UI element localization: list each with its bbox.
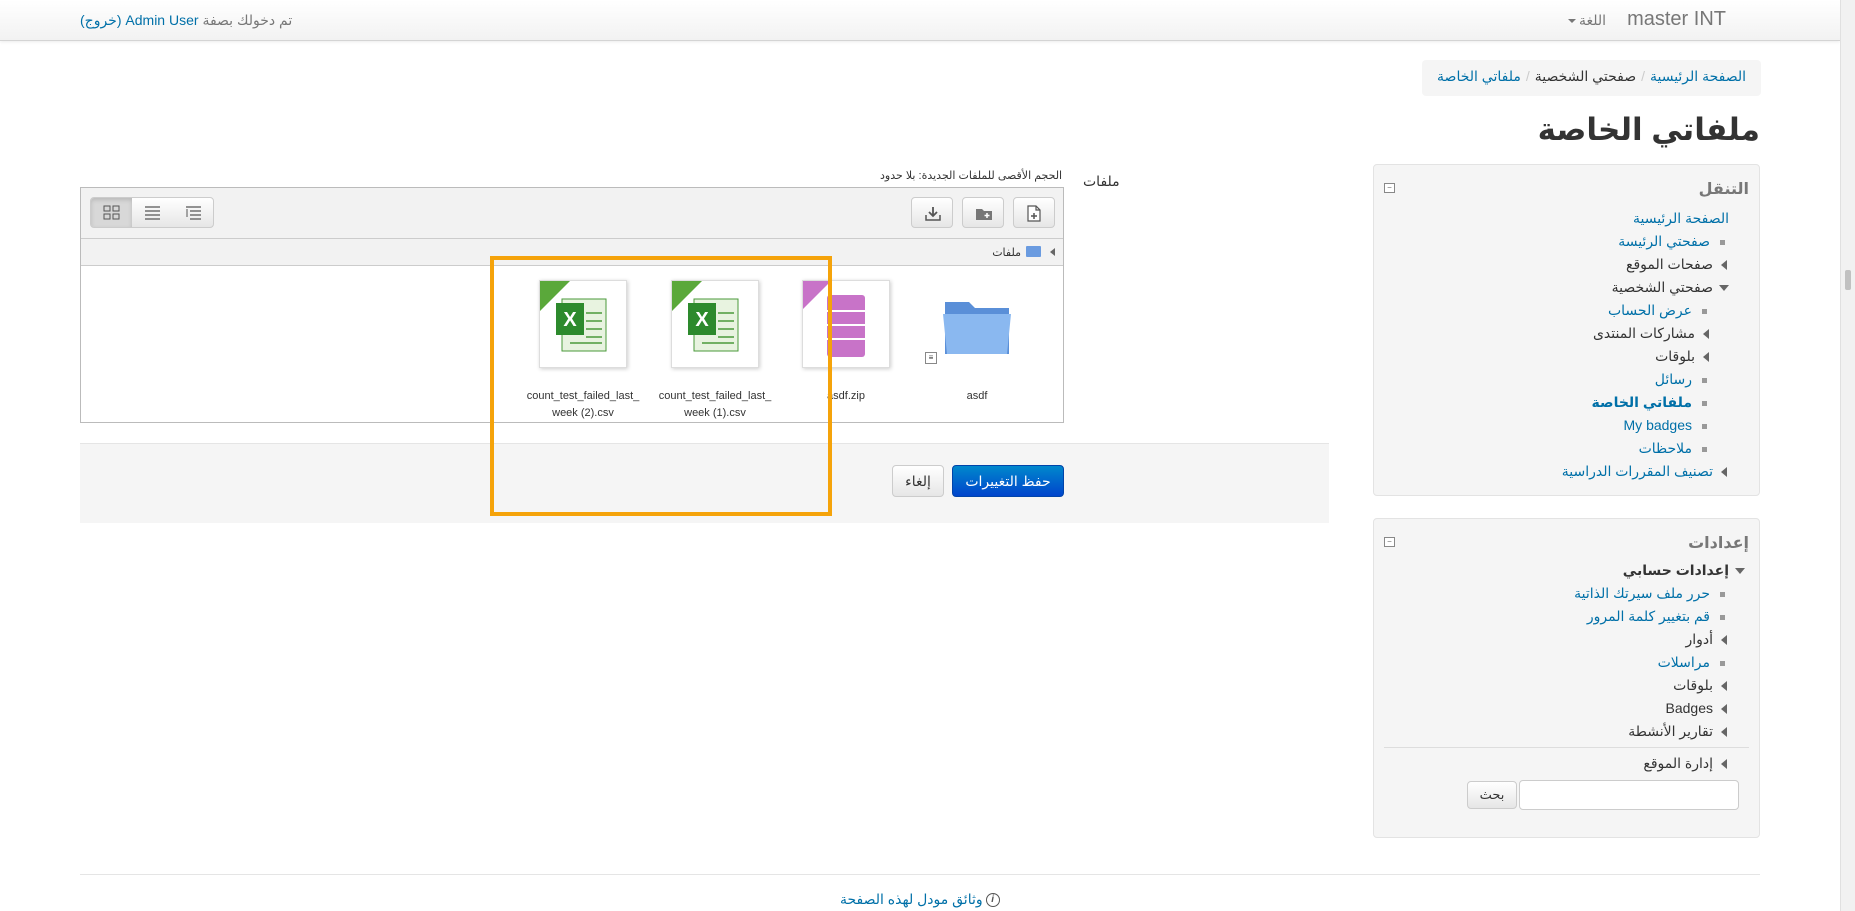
navigation-block: التنقل − الصفحة الرئيسية صفحتي الرئيسة ص… <box>1373 164 1760 496</box>
settings-item-change-password[interactable]: قم بتغيير كلمة المرور <box>1587 608 1725 625</box>
language-menu[interactable]: اللغة <box>1567 12 1606 29</box>
tree-view-button[interactable] <box>173 198 213 227</box>
nav-item-dashboard[interactable]: صفحتي الرئيسة <box>1618 233 1725 250</box>
collapsed-arrow-icon <box>1703 329 1709 340</box>
collapse-icon[interactable]: − <box>1384 183 1395 193</box>
nav-item-site-pages[interactable]: صفحات الموقع <box>1626 256 1727 273</box>
path-arrow-icon <box>1050 248 1055 256</box>
nav-item-notes[interactable]: ملاحظات <box>1639 440 1707 457</box>
bullet-icon <box>1702 423 1707 429</box>
collapsed-arrow-icon <box>1721 635 1727 646</box>
nav-item-view-profile[interactable]: عرض الحساب <box>1608 302 1707 319</box>
list-view-button[interactable] <box>132 198 173 227</box>
breadcrumb-home[interactable]: الصفحة الرئيسية <box>1650 68 1746 84</box>
nav-item-course-categories[interactable]: تصنيف المقررات الدراسية <box>1562 463 1727 480</box>
info-icon: i <box>985 893 1000 908</box>
login-info: تم دخولك بصفة Admin User (خروج) <box>80 12 292 29</box>
nav-item-private-files[interactable]: ملفاتي الخاصة <box>1592 394 1707 411</box>
save-changes-button[interactable]: حفظ التغييرات <box>952 465 1064 497</box>
collapsed-arrow-icon <box>1721 704 1727 715</box>
files-field-label: ملفات <box>1083 173 1120 189</box>
divider <box>1384 747 1749 748</box>
nav-item-home[interactable]: الصفحة الرئيسية <box>1633 210 1729 227</box>
caret-down-icon <box>1567 19 1576 24</box>
scrollbar-thumb[interactable] <box>1845 270 1851 290</box>
language-label: اللغة <box>1578 12 1606 28</box>
admin-search-input[interactable] <box>1519 780 1739 810</box>
add-file-icon <box>1027 205 1041 222</box>
collapse-icon[interactable]: − <box>1384 537 1395 547</box>
bullet-icon <box>1702 377 1707 383</box>
settings-item-messaging[interactable]: مراسلات <box>1658 654 1725 671</box>
bullet-icon <box>1720 239 1725 245</box>
navbar: master INT اللغة تم دخولك بصفة Admin Use… <box>0 0 1840 41</box>
folder-icon: ≡ <box>925 280 1021 368</box>
collapsed-arrow-icon <box>1721 727 1727 738</box>
admin-search-button[interactable]: بحث <box>1467 781 1517 809</box>
navigation-block-title: التنقل <box>1698 181 1749 198</box>
list-icon <box>145 206 160 220</box>
settings-item-badges[interactable]: Badges <box>1666 700 1727 716</box>
logout-link[interactable]: (خروج) <box>80 12 122 28</box>
icon-view-button[interactable] <box>91 198 132 227</box>
settings-item-my-profile-settings[interactable]: إعدادات حسابي <box>1623 562 1745 579</box>
file-item[interactable]: ≡ asdf <box>917 280 1037 422</box>
settings-item-roles[interactable]: أدوار <box>1685 631 1727 648</box>
grid-icon <box>103 205 120 220</box>
settings-block: إعدادات − إعدادات حسابي حرر ملف سيرتك ال… <box>1373 518 1760 838</box>
nav-item-my-badges[interactable]: My badges <box>1624 417 1707 433</box>
moodle-docs-link[interactable]: iوثائق مودل لهذه الصفحة <box>840 891 1000 908</box>
bullet-icon <box>1702 400 1707 406</box>
bullet-icon <box>1720 660 1725 666</box>
expanded-arrow-icon <box>1719 285 1729 292</box>
create-folder-icon <box>976 209 992 220</box>
breadcrumb: الصفحة الرئيسية/صفحتي الشخصية/ملفاتي الخ… <box>1422 60 1761 96</box>
nav-item-my-profile[interactable]: صفحتي الشخصية <box>1612 279 1729 296</box>
settings-item-activity-reports[interactable]: تقارير الأنشطة <box>1628 723 1727 740</box>
context-menu-icon[interactable]: ≡ <box>925 352 937 364</box>
bullet-icon <box>1702 446 1707 452</box>
footer-divider <box>80 874 1760 875</box>
expanded-arrow-icon <box>1735 568 1745 575</box>
site-brand[interactable]: master INT <box>1627 8 1726 31</box>
settings-item-site-administration[interactable]: إدارة الموقع <box>1643 755 1727 772</box>
highlight-box <box>490 256 832 516</box>
scrollbar[interactable] <box>1840 0 1855 911</box>
collapsed-arrow-icon <box>1721 759 1727 770</box>
max-file-size-note: الحجم الأقصى للملفات الجديدة: بلا حدود <box>880 170 1063 182</box>
tree-icon <box>186 206 201 220</box>
breadcrumb-profile: صفحتي الشخصية <box>1534 68 1637 84</box>
nav-item-blogs[interactable]: بلوقات <box>1655 348 1709 365</box>
nav-item-forum-posts[interactable]: مشاركات المنتدى <box>1593 325 1709 342</box>
path-root-link[interactable]: ملفات <box>992 246 1021 259</box>
view-switcher <box>90 197 214 228</box>
bullet-icon <box>1702 308 1707 314</box>
settings-block-title: إعدادات <box>1688 535 1749 552</box>
breadcrumb-current[interactable]: ملفاتي الخاصة <box>1437 68 1521 84</box>
file-name: asdf <box>966 390 988 402</box>
cancel-button[interactable]: إلغاء <box>892 465 944 497</box>
download-all-button[interactable] <box>911 197 953 228</box>
file-manager-toolbar <box>81 188 1063 239</box>
collapsed-arrow-icon <box>1703 352 1709 363</box>
login-prefix: تم دخولك بصفة <box>202 12 293 28</box>
collapsed-arrow-icon <box>1721 260 1727 271</box>
download-icon <box>925 207 941 221</box>
collapsed-arrow-icon <box>1721 467 1727 478</box>
create-folder-button[interactable] <box>962 197 1004 228</box>
folder-icon <box>1026 246 1041 257</box>
page-title: ملفاتي الخاصة <box>1537 112 1760 147</box>
breadcrumb-separator: / <box>1641 68 1645 84</box>
user-profile-link[interactable]: Admin User <box>125 12 198 28</box>
bullet-icon <box>1720 591 1725 597</box>
settings-item-edit-profile[interactable]: حرر ملف سيرتك الذاتية <box>1574 585 1725 602</box>
bullet-icon <box>1720 614 1725 620</box>
settings-item-blogs[interactable]: بلوقات <box>1673 677 1727 694</box>
breadcrumb-separator: / <box>1525 68 1530 84</box>
collapsed-arrow-icon <box>1721 681 1727 692</box>
nav-item-messages[interactable]: رسائل <box>1655 371 1707 388</box>
add-file-button[interactable] <box>1013 197 1055 228</box>
